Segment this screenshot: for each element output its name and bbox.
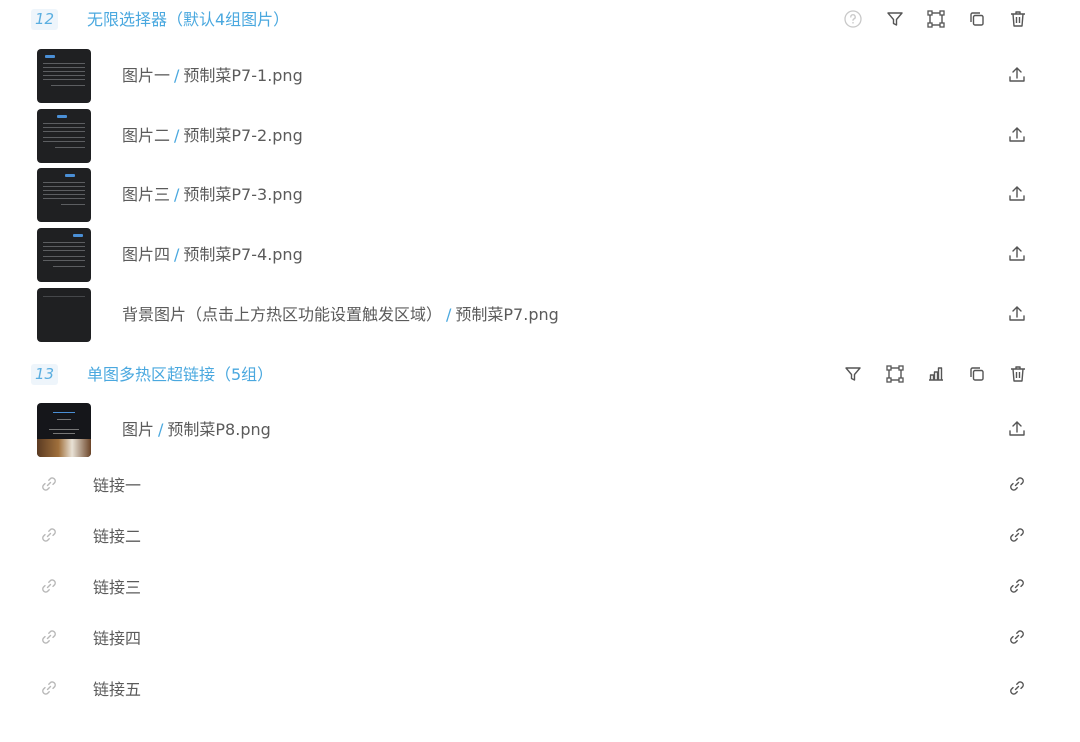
link-row: 链接三 [0, 562, 1080, 612]
link-icon [39, 576, 61, 598]
link-row: 链接二 [0, 511, 1080, 561]
link-icon [39, 678, 61, 700]
image-file-label: 图片三 / 预制菜P7-3.png [122, 185, 303, 204]
delete-icon[interactable] [1007, 363, 1029, 385]
image-thumbnail[interactable] [37, 288, 91, 342]
filter-icon[interactable] [884, 8, 906, 30]
link-edit-icon[interactable] [1007, 474, 1029, 496]
delete-icon[interactable] [1007, 8, 1029, 30]
hotspot-frame-icon[interactable] [925, 8, 947, 30]
section-title: 无限选择器（默认4组图片） [87, 10, 290, 29]
link-icon [39, 525, 61, 547]
image-thumbnail[interactable] [37, 403, 91, 457]
chart-icon[interactable] [925, 363, 947, 385]
section-number: 13 [31, 364, 59, 385]
link-row: 链接一 [0, 460, 1080, 510]
link-row: 链接五 [0, 664, 1080, 714]
link-icon [39, 474, 61, 496]
image-thumbnail[interactable] [37, 228, 91, 282]
link-label: 链接一 [93, 476, 142, 495]
image-row: 背景图片（点击上方热区功能设置触发区域） / 预制菜P7.png [0, 287, 1080, 343]
image-row: 图片一 / 预制菜P7-1.png [0, 48, 1080, 104]
image-file-label: 图片一 / 预制菜P7-1.png [122, 66, 303, 85]
image-row: 图片二 / 预制菜P7-2.png [0, 108, 1080, 164]
upload-icon[interactable] [1007, 304, 1029, 326]
image-thumbnail[interactable] [37, 168, 91, 222]
link-edit-icon[interactable] [1007, 525, 1029, 547]
image-file-label: 背景图片（点击上方热区功能设置触发区域） / 预制菜P7.png [122, 305, 559, 324]
image-row: 图片三 / 预制菜P7-3.png [0, 167, 1080, 223]
image-file-label: 图片四 / 预制菜P7-4.png [122, 245, 303, 264]
copy-icon[interactable] [966, 363, 988, 385]
image-thumbnail[interactable] [37, 49, 91, 103]
link-edit-icon[interactable] [1007, 576, 1029, 598]
link-label: 链接二 [93, 527, 142, 546]
link-label: 链接五 [93, 680, 142, 699]
upload-icon[interactable] [1007, 125, 1029, 147]
section-number: 12 [31, 9, 59, 30]
upload-icon[interactable] [1007, 65, 1029, 87]
section-title: 单图多热区超链接（5组） [87, 365, 274, 384]
filter-icon[interactable] [842, 363, 864, 385]
link-row: 链接四 [0, 613, 1080, 663]
upload-icon[interactable] [1007, 244, 1029, 266]
section-header-13: 13 单图多热区超链接（5组） [0, 355, 1080, 395]
section-header-12: 12 无限选择器（默认4组图片） [0, 0, 1080, 40]
upload-icon[interactable] [1007, 184, 1029, 206]
image-row: 图片四 / 预制菜P7-4.png [0, 227, 1080, 283]
link-label: 链接三 [93, 578, 142, 597]
help-icon[interactable] [842, 8, 864, 30]
image-row: 图片 / 预制菜P8.png [0, 402, 1080, 458]
link-icon [39, 627, 61, 649]
upload-icon[interactable] [1007, 419, 1029, 441]
link-edit-icon[interactable] [1007, 627, 1029, 649]
link-edit-icon[interactable] [1007, 678, 1029, 700]
copy-icon[interactable] [966, 8, 988, 30]
link-label: 链接四 [93, 629, 142, 648]
hotspot-frame-icon[interactable] [884, 363, 906, 385]
image-thumbnail[interactable] [37, 109, 91, 163]
image-file-label: 图片二 / 预制菜P7-2.png [122, 126, 303, 145]
image-file-label: 图片 / 预制菜P8.png [122, 420, 271, 439]
